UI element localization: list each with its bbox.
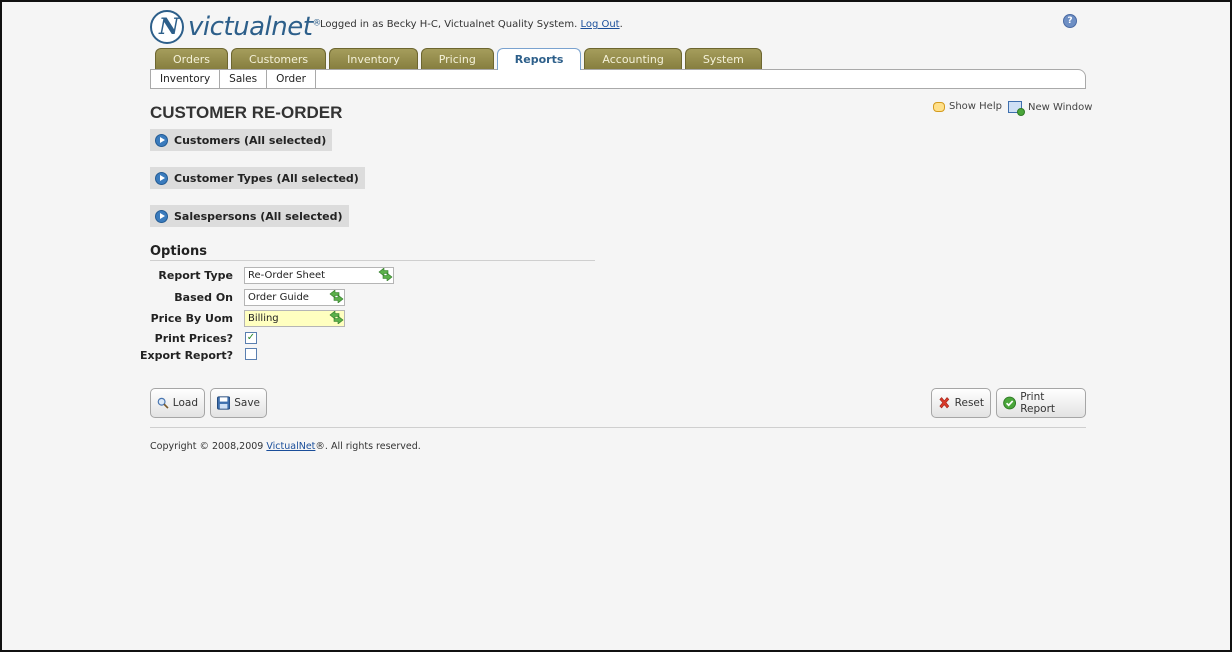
print-prices-label: Print Prices? xyxy=(154,332,233,345)
export-report-label: Export Report? xyxy=(140,349,233,362)
salespersons-filter[interactable]: Salespersons (All selected) xyxy=(150,205,349,227)
sub-navigation: Inventory Sales Order xyxy=(150,69,1086,89)
logo-text: victualnet® xyxy=(188,12,321,42)
tab-system[interactable]: System xyxy=(684,48,762,70)
export-report-checkbox[interactable] xyxy=(245,348,257,360)
expand-arrow-icon xyxy=(155,171,168,185)
magnifier-icon xyxy=(157,397,169,409)
login-text: Logged in as Becky H-C, Victualnet Quali… xyxy=(320,19,578,30)
new-window-icon xyxy=(1008,101,1025,116)
help-icon[interactable]: ? xyxy=(1063,14,1077,28)
options-heading: Options xyxy=(150,244,207,259)
victualnet-logo[interactable]: N victualnet® xyxy=(150,8,321,46)
report-type-select[interactable]: Re-Order Sheet xyxy=(244,267,394,284)
reset-button[interactable]: Reset xyxy=(931,388,991,418)
victualnet-link[interactable]: VictualNet xyxy=(266,441,315,452)
tab-customers[interactable]: Customers xyxy=(231,48,327,70)
app-window: N victualnet® Logged in as Becky H-C, Vi… xyxy=(0,0,1232,652)
logo-mark-icon: N xyxy=(150,10,184,44)
expand-arrow-icon xyxy=(155,133,168,147)
save-button[interactable]: Save xyxy=(210,388,267,418)
help-bubble-icon xyxy=(933,101,945,112)
subnav-sales[interactable]: Sales xyxy=(220,70,268,88)
customers-filter[interactable]: Customers (All selected) xyxy=(150,129,333,151)
page-title: CUSTOMER RE-ORDER xyxy=(150,103,343,122)
show-help-link[interactable]: Show Help xyxy=(933,101,1002,112)
footer-divider xyxy=(150,427,1086,428)
print-prices-checkbox[interactable]: ✓ xyxy=(245,332,257,344)
load-button[interactable]: Load xyxy=(150,388,205,418)
main-tabs: Orders Customers Inventory Pricing Repor… xyxy=(155,48,762,70)
tab-reports[interactable]: Reports xyxy=(496,48,582,70)
new-window-link[interactable]: New Window xyxy=(1008,101,1092,116)
tab-pricing[interactable]: Pricing xyxy=(420,48,494,70)
subnav-inventory[interactable]: Inventory xyxy=(151,70,221,88)
floppy-disk-icon xyxy=(217,396,231,410)
login-info: Logged in as Becky H-C, Victualnet Quali… xyxy=(320,19,623,30)
copyright-text: Copyright © 2008,2009 VictualNet®. All r… xyxy=(150,441,421,452)
tab-inventory[interactable]: Inventory xyxy=(329,48,418,70)
based-on-label: Based On xyxy=(174,291,233,304)
dropdown-arrows-icon[interactable] xyxy=(329,290,344,303)
tab-accounting[interactable]: Accounting xyxy=(584,48,682,70)
print-report-button[interactable]: Print Report xyxy=(996,388,1086,418)
price-by-uom-label: Price By Uom xyxy=(150,312,233,325)
subnav-order[interactable]: Order xyxy=(267,70,316,88)
report-type-label: Report Type xyxy=(158,269,233,282)
tab-orders[interactable]: Orders xyxy=(155,48,228,70)
logout-link[interactable]: Log Out xyxy=(580,19,619,30)
expand-arrow-icon xyxy=(155,209,168,223)
options-divider xyxy=(150,260,595,261)
customer-types-filter[interactable]: Customer Types (All selected) xyxy=(150,167,365,189)
dropdown-arrows-icon[interactable] xyxy=(378,268,393,281)
green-check-icon xyxy=(1003,396,1017,410)
dropdown-arrows-icon[interactable] xyxy=(329,311,344,324)
red-x-icon xyxy=(939,397,950,409)
